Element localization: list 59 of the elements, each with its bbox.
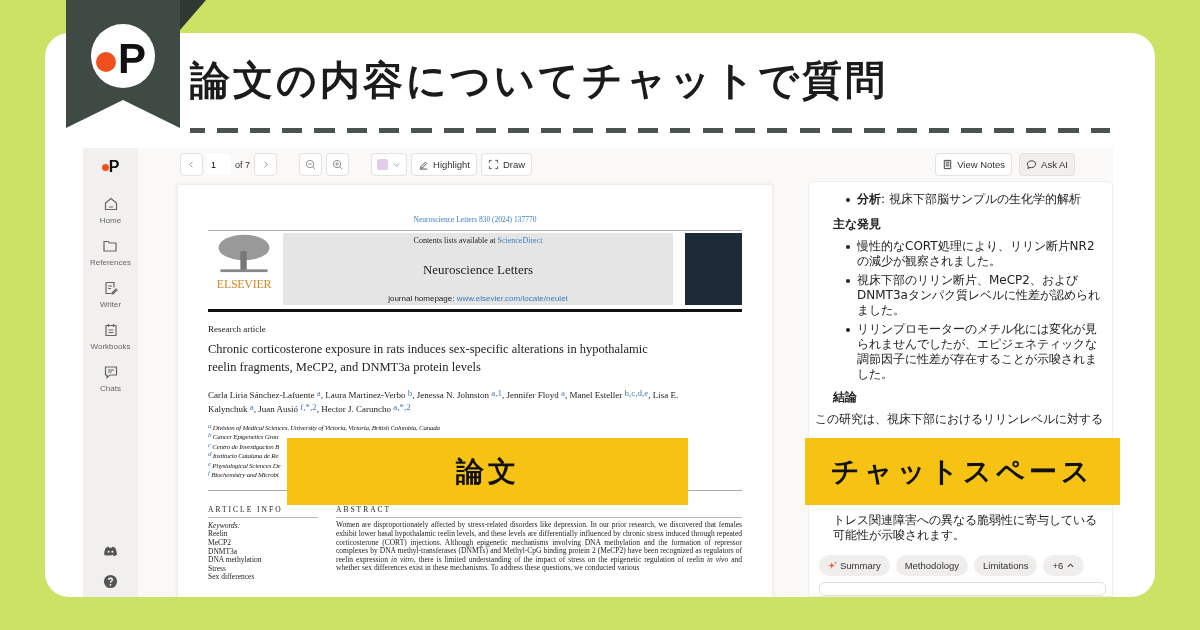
view-notes-button[interactable]: View Notes — [935, 153, 1013, 176]
sparkle-icon — [828, 561, 837, 570]
page-number-field[interactable]: 1 — [207, 154, 231, 175]
chat-input-field[interactable] — [819, 582, 1106, 596]
chat-paragraph: トレス関連障害への異なる脆弱性に寄与している可能性が示唆されます。 — [833, 513, 1098, 543]
sidebar-item[interactable]: References — [90, 238, 131, 267]
zoom-out-button[interactable] — [299, 153, 322, 176]
chat-bullet-text: 視床下部のリリン断片、MeCP2、および DNMT3aタンパク質レベルに性差が認められました。 — [845, 273, 1106, 318]
chevron-right-icon — [261, 160, 270, 169]
contents-text: Contents lists available at ScienceDirect — [413, 236, 543, 245]
chat-space-label: チャットスペース — [805, 438, 1120, 505]
speech-bubble-icon — [1026, 159, 1038, 170]
sidebar-item[interactable]: Home — [99, 196, 122, 225]
article-type: Research article — [208, 324, 267, 334]
suggestion-chip[interactable]: Limitations — [974, 555, 1038, 576]
homepage-link[interactable]: www.elsevier.com/locate/neulet — [456, 294, 568, 303]
app-logo[interactable]: P — [101, 158, 120, 176]
chevron-left-icon — [187, 160, 196, 169]
suggestion-chip[interactable]: +6 — [1043, 555, 1085, 576]
highlight-button[interactable]: Highlight — [411, 153, 477, 176]
previous-page-button[interactable] — [180, 153, 203, 176]
pen-icon — [418, 159, 429, 170]
sidebar-item[interactable]: Workbooks — [90, 322, 131, 351]
paper-label: 論文 — [287, 438, 688, 505]
zoom-in-icon — [332, 159, 343, 170]
sidebar-item-icon — [102, 238, 119, 254]
notebook-icon — [942, 159, 954, 170]
sidebar-item[interactable]: Writer — [99, 280, 122, 309]
sidebar-item-icon — [102, 322, 119, 338]
chat-bullet-text: 慢性的なCORT処理により、リリン断片NR2の減少が観察されました。 — [845, 239, 1106, 269]
game-controller-icon[interactable] — [103, 544, 118, 559]
suggestion-chip[interactable]: Methodology — [895, 555, 969, 576]
chevron-down-icon — [392, 160, 401, 169]
suggestion-chip[interactable]: Summary — [819, 555, 890, 576]
chat-heading: 結論 — [833, 390, 858, 405]
next-page-button[interactable] — [254, 153, 277, 176]
sidebar-item-icon — [102, 364, 119, 380]
journal-cover-placeholder — [685, 233, 742, 305]
page-count: of 7 — [235, 159, 250, 170]
chevron-up-icon — [1066, 561, 1076, 570]
article-title: Chronic corticosterone exposure in rats induces sex-specific alterations in hypothalamic reelin fragments, MeCP2, and DNMT3a protein levels — [208, 341, 649, 376]
chat-bullet-text: 分析: 視床下部脳サンプルの生化学的解析 — [845, 192, 1106, 207]
chat-bullet-text: リリンプロモーターのメチル化には変化が見られませんでしたが、エピジェネティックな調節因子に性差が存在することが示唆されました。 — [845, 322, 1106, 382]
sidebar-item[interactable]: Chats — [100, 364, 121, 393]
color-picker-button[interactable] — [371, 153, 407, 176]
selection-frame-icon — [488, 159, 499, 170]
chat-heading: 主な発見 — [833, 217, 882, 232]
sidebar-item-icon — [102, 280, 119, 296]
zoom-out-icon — [305, 159, 316, 170]
chat-paragraph: この研究は、視床下部におけるリリンレベルに対する — [815, 412, 1104, 427]
ask-ai-button[interactable]: Ask AI — [1019, 153, 1075, 176]
sciencedirect-link[interactable]: ScienceDirect — [497, 236, 543, 245]
help-icon[interactable] — [103, 574, 118, 589]
journal-name: Neuroscience Letters — [422, 261, 534, 278]
homepage-text: journal homepage: www.elsevier.com/locate/neulet — [388, 294, 568, 303]
zoom-in-button[interactable] — [326, 153, 349, 176]
draw-button[interactable]: Draw — [481, 153, 533, 176]
sidebar-item-icon — [102, 196, 119, 212]
publisher-name: ELSEVIER — [216, 277, 272, 292]
